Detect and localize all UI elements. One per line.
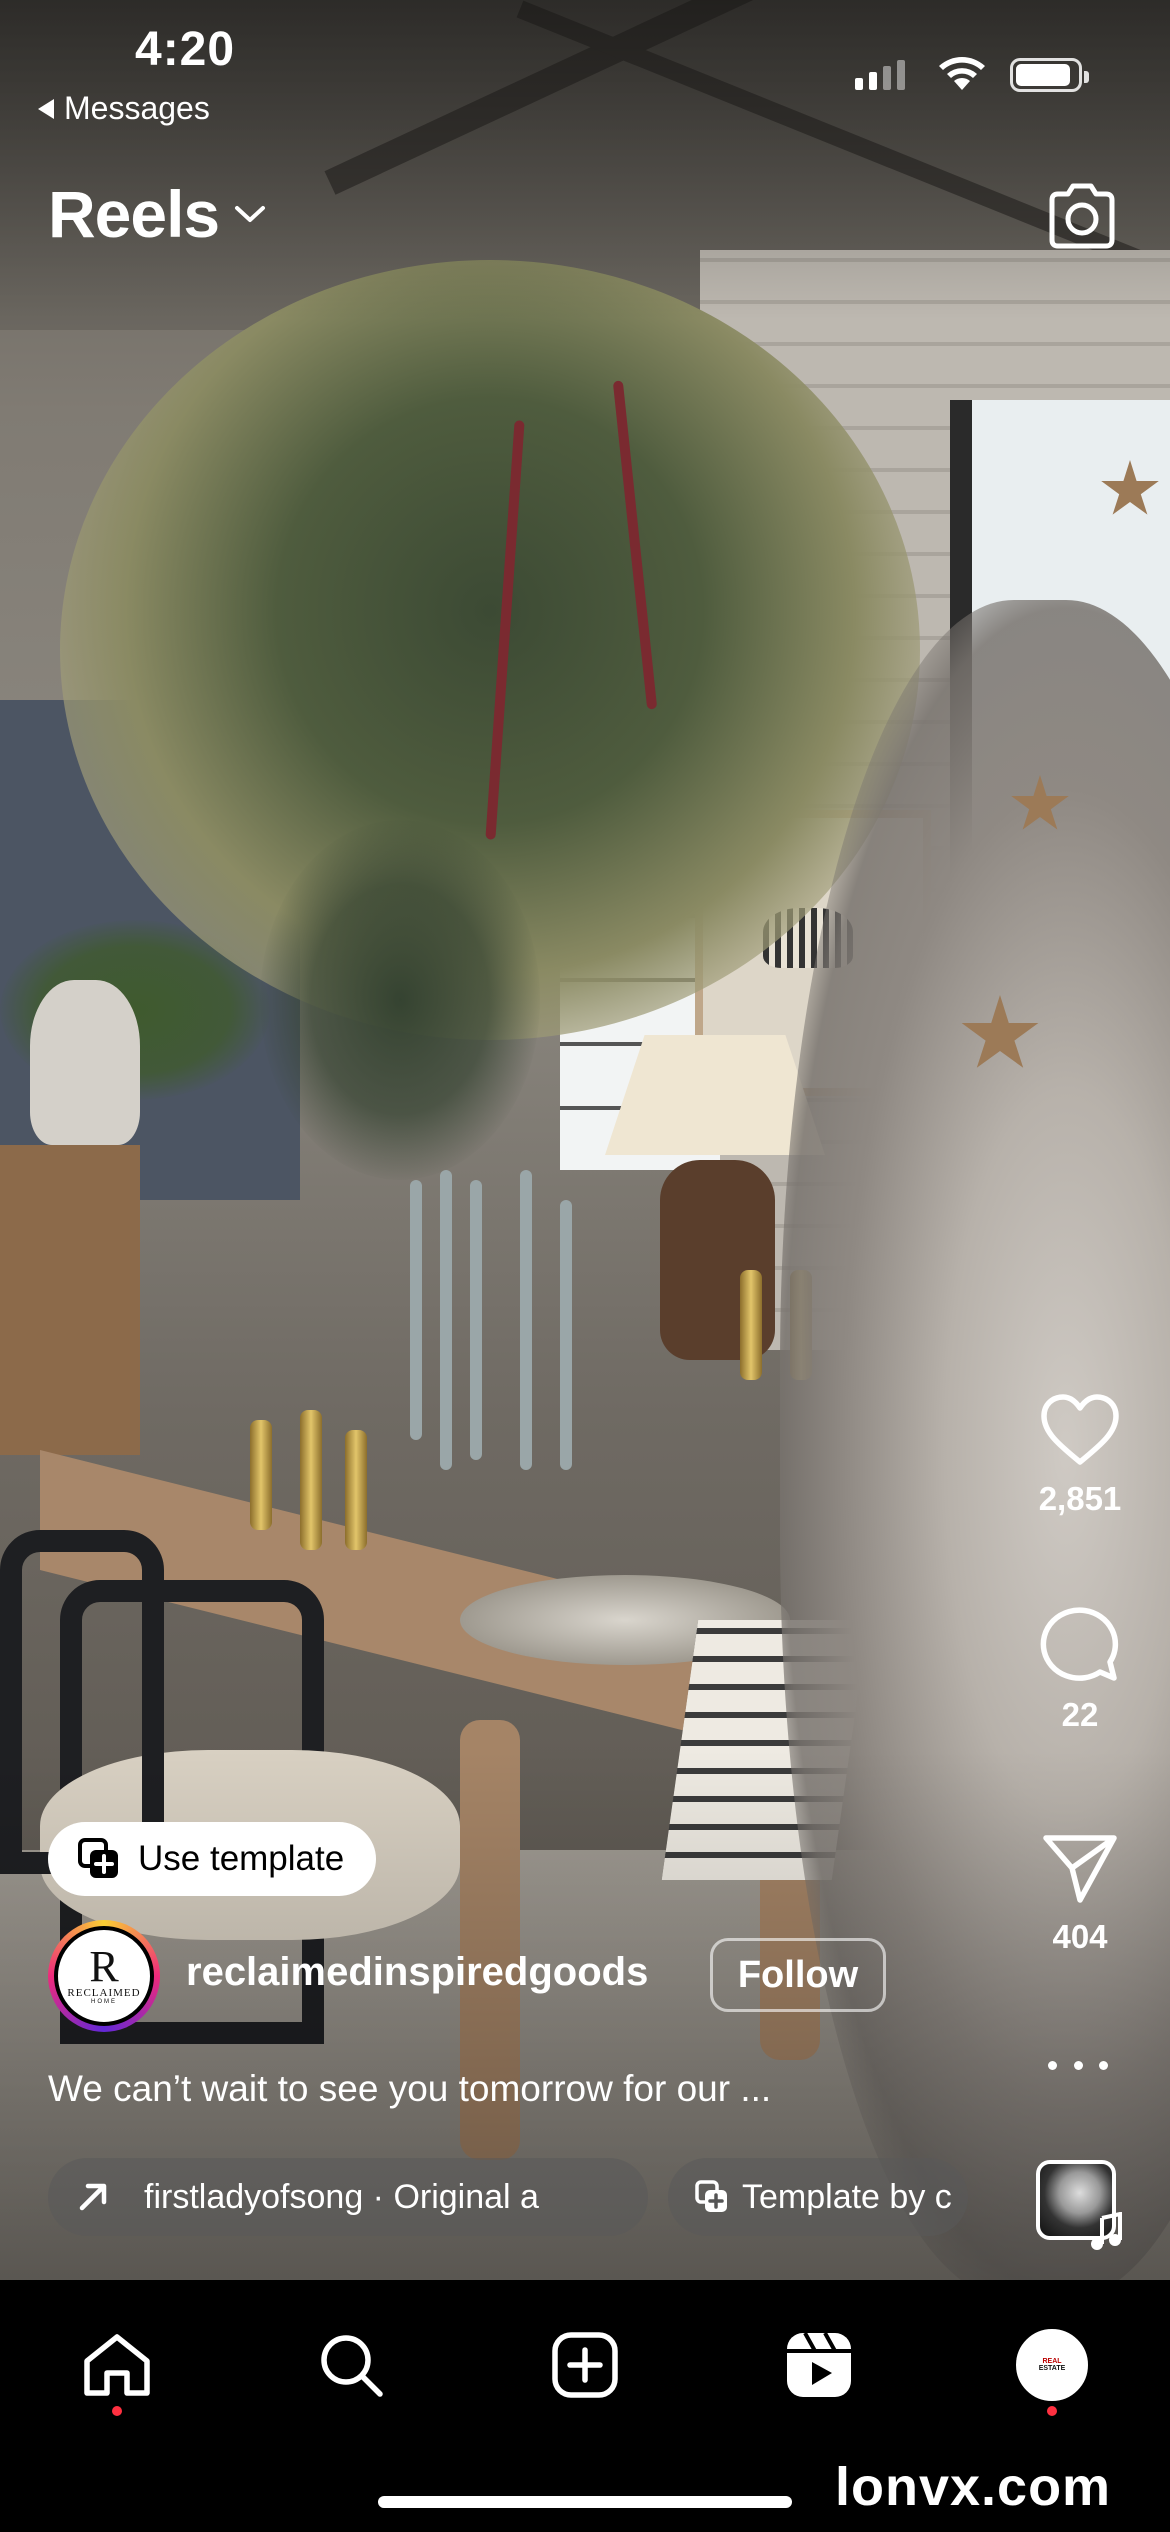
music-note-icon bbox=[1091, 2212, 1122, 2250]
comment-count: 22 bbox=[1061, 1696, 1099, 1733]
use-template-label: Use template bbox=[138, 1839, 345, 1878]
watermark: lonvx.com bbox=[835, 2457, 1112, 2517]
brass-candlestick bbox=[740, 1270, 762, 1380]
template-icon bbox=[78, 1838, 118, 1878]
nav-home[interactable] bbox=[72, 2320, 162, 2410]
taper-candle bbox=[520, 1170, 532, 1470]
caption[interactable]: We can’t wait to see you tomorrow for ou… bbox=[48, 2068, 771, 2110]
create-icon bbox=[552, 2332, 618, 2398]
status-time: 4:20 bbox=[135, 23, 236, 76]
hanging-greenery bbox=[260, 820, 540, 1180]
back-arrow-icon bbox=[38, 98, 54, 119]
avatar[interactable]: R RECLAIMED HOME bbox=[48, 1920, 160, 2032]
page-title: Reels bbox=[48, 177, 220, 251]
audio-label: firstladyofsong · Original a bbox=[144, 2177, 539, 2216]
taper-candle bbox=[470, 1180, 482, 1460]
template-pill[interactable]: Template by c bbox=[668, 2158, 968, 2236]
comment-action[interactable]: 22 bbox=[1020, 1604, 1140, 1734]
brass-candlestick bbox=[250, 1420, 272, 1530]
back-label: Messages bbox=[64, 90, 210, 126]
home-indicator bbox=[378, 2496, 792, 2508]
use-template-button[interactable]: Use template bbox=[48, 1822, 377, 1896]
search-icon bbox=[321, 2335, 383, 2397]
like-action[interactable]: 2,851 bbox=[1020, 1392, 1140, 1518]
nav-reels[interactable] bbox=[774, 2320, 864, 2410]
nav-profile[interactable]: REAL ESTATE bbox=[1007, 2320, 1097, 2410]
reels-icon bbox=[787, 2332, 851, 2397]
trending-arrow-icon bbox=[79, 2183, 107, 2211]
nav-search[interactable] bbox=[306, 2320, 396, 2410]
chevron-down-icon bbox=[235, 206, 266, 222]
heart-icon bbox=[1041, 1394, 1119, 1465]
reel-video[interactable] bbox=[0, 0, 1170, 2280]
like-count: 2,851 bbox=[1038, 1480, 1122, 1517]
send-icon bbox=[1043, 1835, 1117, 1903]
follow-button[interactable]: Follow bbox=[710, 1938, 886, 2012]
battery-icon bbox=[1010, 58, 1089, 92]
profile-avatar: REAL ESTATE bbox=[1016, 2329, 1088, 2401]
comment-bubble-icon bbox=[1040, 1607, 1119, 1681]
home-icon bbox=[84, 2334, 150, 2396]
taper-candle bbox=[410, 1180, 422, 1440]
taper-candle bbox=[440, 1170, 452, 1470]
back-to-messages[interactable]: Messages bbox=[38, 90, 210, 127]
audio-pill[interactable]: firstladyofsong · Original a bbox=[48, 2158, 648, 2236]
share-count: 404 bbox=[1052, 1918, 1108, 1955]
more-horizontal-icon[interactable] bbox=[1048, 2050, 1108, 2080]
nav-create[interactable] bbox=[540, 2320, 630, 2410]
brass-candlestick bbox=[345, 1430, 367, 1550]
profile-notification-dot bbox=[1047, 2406, 1057, 2416]
reels-title-dropdown[interactable]: Reels bbox=[48, 176, 267, 252]
brass-candlestick bbox=[300, 1410, 322, 1550]
username[interactable]: reclaimedinspiredgoods bbox=[186, 1950, 648, 1995]
taper-candle bbox=[560, 1200, 572, 1470]
template-icon bbox=[695, 2180, 727, 2212]
template-label: Template by c bbox=[742, 2177, 952, 2216]
cellular-signal-icon bbox=[855, 60, 905, 90]
home-notification-dot bbox=[112, 2406, 122, 2416]
camera-icon[interactable] bbox=[1042, 176, 1122, 256]
vase bbox=[30, 980, 140, 1145]
wifi-icon bbox=[939, 57, 985, 90]
share-action[interactable]: 404 bbox=[1020, 1830, 1140, 1956]
shelf bbox=[0, 1145, 140, 1455]
